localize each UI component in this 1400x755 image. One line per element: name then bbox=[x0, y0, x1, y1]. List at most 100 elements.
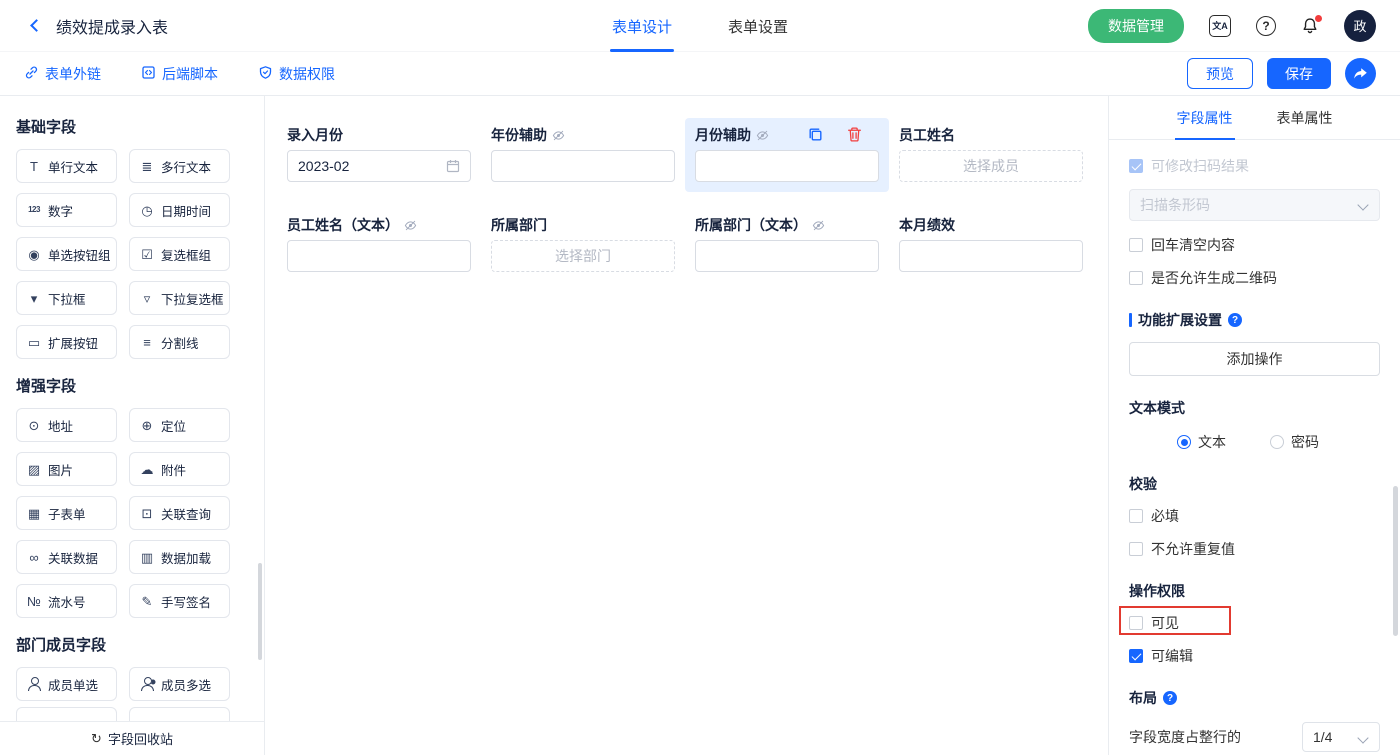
field-type-button[interactable]: ◷日期时间 bbox=[129, 193, 230, 227]
canvas-field[interactable]: 本月绩效 bbox=[889, 208, 1093, 282]
help-icon[interactable] bbox=[1228, 313, 1242, 327]
field-label: 员工姓名 bbox=[899, 125, 955, 145]
recycle-label: 字段回收站 bbox=[108, 729, 173, 748]
hidden-eye-icon bbox=[756, 129, 769, 142]
field-type-button[interactable]: ▭扩展按钮 bbox=[16, 325, 117, 359]
field-type-button[interactable]: ≡分割线 bbox=[129, 325, 230, 359]
field-type-button[interactable]: ▨图片 bbox=[16, 452, 117, 486]
radio-option[interactable]: 密码 bbox=[1270, 432, 1319, 452]
select-value: 1/4 bbox=[1313, 729, 1332, 745]
field-type-icon: ▥ bbox=[139, 551, 155, 564]
preview-button[interactable]: 预览 bbox=[1187, 58, 1253, 89]
field-text-input[interactable] bbox=[695, 150, 879, 182]
field-type-button[interactable]: ✎手写签名 bbox=[129, 584, 230, 618]
field-text-input[interactable] bbox=[695, 240, 879, 272]
back-chevron-icon bbox=[30, 19, 43, 32]
field-type-label: 流水号 bbox=[48, 592, 86, 611]
field-type-label: 单行文本 bbox=[48, 157, 98, 176]
recycle-icon bbox=[91, 731, 102, 747]
notification-bell-icon[interactable] bbox=[1301, 17, 1319, 35]
data-manage-button[interactable]: 数据管理 bbox=[1088, 9, 1184, 43]
delete-field-icon[interactable] bbox=[846, 126, 863, 143]
field-type-label: 关联查询 bbox=[161, 504, 211, 523]
field-type-label: 下拉框 bbox=[48, 289, 86, 308]
field-text-input[interactable] bbox=[491, 150, 675, 182]
checkbox[interactable] bbox=[1129, 616, 1143, 630]
add-action-button[interactable]: 添加操作 bbox=[1129, 342, 1380, 376]
field-type-button[interactable]: 成员单选 bbox=[16, 667, 117, 701]
field-date-input[interactable]: 2023-02 bbox=[287, 150, 471, 182]
canvas-field[interactable]: 所属部门选择部门 bbox=[481, 208, 685, 282]
field-type-icon: T bbox=[26, 160, 42, 173]
field-type-button[interactable]: ▿下拉复选框 bbox=[129, 281, 230, 315]
back-button[interactable] bbox=[24, 16, 44, 36]
field-width-select[interactable]: 1/4 bbox=[1302, 722, 1380, 752]
field-type-label: 日期时间 bbox=[161, 201, 211, 220]
field-type-button[interactable]: ☑复选框组 bbox=[129, 237, 230, 271]
field-type-button[interactable]: ⊡ 关联查询 bbox=[129, 496, 230, 530]
field-type-label: 成员多选 bbox=[161, 675, 211, 694]
field-type-button[interactable]: 成员多选 bbox=[129, 667, 230, 701]
sidebar-section-title: 基础字段 bbox=[16, 116, 264, 137]
field-type-icon: ⊙ bbox=[26, 419, 42, 432]
translate-icon[interactable]: 文A bbox=[1209, 15, 1231, 37]
canvas-field[interactable]: 员工姓名（文本） bbox=[277, 208, 481, 282]
canvas-field[interactable]: 所属部门（文本） bbox=[685, 208, 889, 282]
checkbox[interactable] bbox=[1129, 509, 1143, 523]
field-picker-input[interactable]: 选择部门 bbox=[491, 240, 675, 272]
field-type-icon: ⊡ bbox=[139, 507, 155, 520]
panel-tab-field-properties[interactable]: 字段属性 bbox=[1177, 96, 1233, 139]
checkbox[interactable] bbox=[1129, 649, 1143, 663]
checkbox[interactable] bbox=[1129, 542, 1143, 556]
checkbox[interactable] bbox=[1129, 238, 1143, 252]
data-permission-button[interactable]: 数据权限 bbox=[258, 64, 335, 84]
field-recycle-bin[interactable]: 字段回收站 bbox=[0, 721, 264, 755]
field-text-input[interactable] bbox=[287, 240, 471, 272]
radio[interactable] bbox=[1270, 435, 1284, 449]
field-type-button[interactable]: ☁附件 bbox=[129, 452, 230, 486]
section-bar bbox=[1129, 313, 1132, 327]
header-tab-form-design[interactable]: 表单设计 bbox=[612, 0, 672, 52]
field-type-button[interactable]: ▥数据加载 bbox=[129, 540, 230, 574]
field-type-button[interactable]: ∞关联数据 bbox=[16, 540, 117, 574]
field-picker-input[interactable]: 选择成员 bbox=[899, 150, 1083, 182]
radio-option[interactable]: 文本 bbox=[1177, 432, 1226, 452]
header-tab-form-settings[interactable]: 表单设置 bbox=[728, 0, 788, 52]
checkbox-label: 不允许重复值 bbox=[1151, 539, 1235, 559]
save-button[interactable]: 保存 bbox=[1267, 58, 1331, 89]
field-type-button[interactable]: T 单行文本 bbox=[16, 149, 117, 183]
help-icon[interactable] bbox=[1256, 16, 1276, 36]
help-icon[interactable] bbox=[1163, 691, 1177, 705]
field-type-button[interactable]: ▾下拉框 bbox=[16, 281, 117, 315]
canvas-field[interactable]: 录入月份2023-02 bbox=[277, 118, 481, 192]
canvas-field[interactable]: 员工姓名选择成员 bbox=[889, 118, 1093, 192]
field-type-button[interactable]: ⊙地址 bbox=[16, 408, 117, 442]
panel-scrollbar[interactable] bbox=[1393, 486, 1398, 636]
field-type-button[interactable]: ◉单选按钮组 bbox=[16, 237, 117, 271]
field-type-button[interactable]: ▦子表单 bbox=[16, 496, 117, 530]
radio[interactable] bbox=[1177, 435, 1191, 449]
app-header: 绩效提成录入表 表单设计表单设置 数据管理 文A 政 bbox=[0, 0, 1400, 52]
copy-field-icon[interactable] bbox=[807, 126, 824, 143]
avatar[interactable]: 政 bbox=[1344, 10, 1376, 42]
canvas-field[interactable]: 月份辅助 bbox=[685, 118, 889, 192]
field-type-button[interactable]: ≣多行文本 bbox=[129, 149, 230, 183]
backend-script-button[interactable]: 后端脚本 bbox=[141, 64, 218, 84]
text-mode-section-title: 文本模式 bbox=[1129, 398, 1380, 418]
form-canvas: 录入月份2023-02年份辅助月份辅助员工姓名选择成员员工姓名（文本） 所属部门选… bbox=[265, 96, 1108, 755]
field-label: 员工姓名（文本） bbox=[287, 215, 399, 235]
field-type-icon: ∞ bbox=[26, 551, 42, 564]
checkbox[interactable] bbox=[1129, 271, 1143, 285]
field-type-button[interactable]: №流水号 bbox=[16, 584, 117, 618]
field-type-button[interactable]: ⊕定位 bbox=[129, 408, 230, 442]
form-external-link-button[interactable]: 表单外链 bbox=[24, 64, 101, 84]
canvas-field[interactable]: 年份辅助 bbox=[481, 118, 685, 192]
panel-body: 可修改扫码结果 扫描条形码 回车清空内容是否允许生成二维码 功能扩展设置 添加操… bbox=[1109, 140, 1400, 752]
sidebar-scrollbar[interactable] bbox=[258, 563, 262, 660]
field-type-icon bbox=[26, 677, 42, 691]
header-right: 数据管理 文A 政 bbox=[1088, 9, 1376, 43]
panel-tab-form-properties[interactable]: 表单属性 bbox=[1277, 96, 1333, 139]
share-button[interactable] bbox=[1345, 58, 1376, 89]
field-text-input[interactable] bbox=[899, 240, 1083, 272]
field-type-button[interactable]: 123数字 bbox=[16, 193, 117, 227]
